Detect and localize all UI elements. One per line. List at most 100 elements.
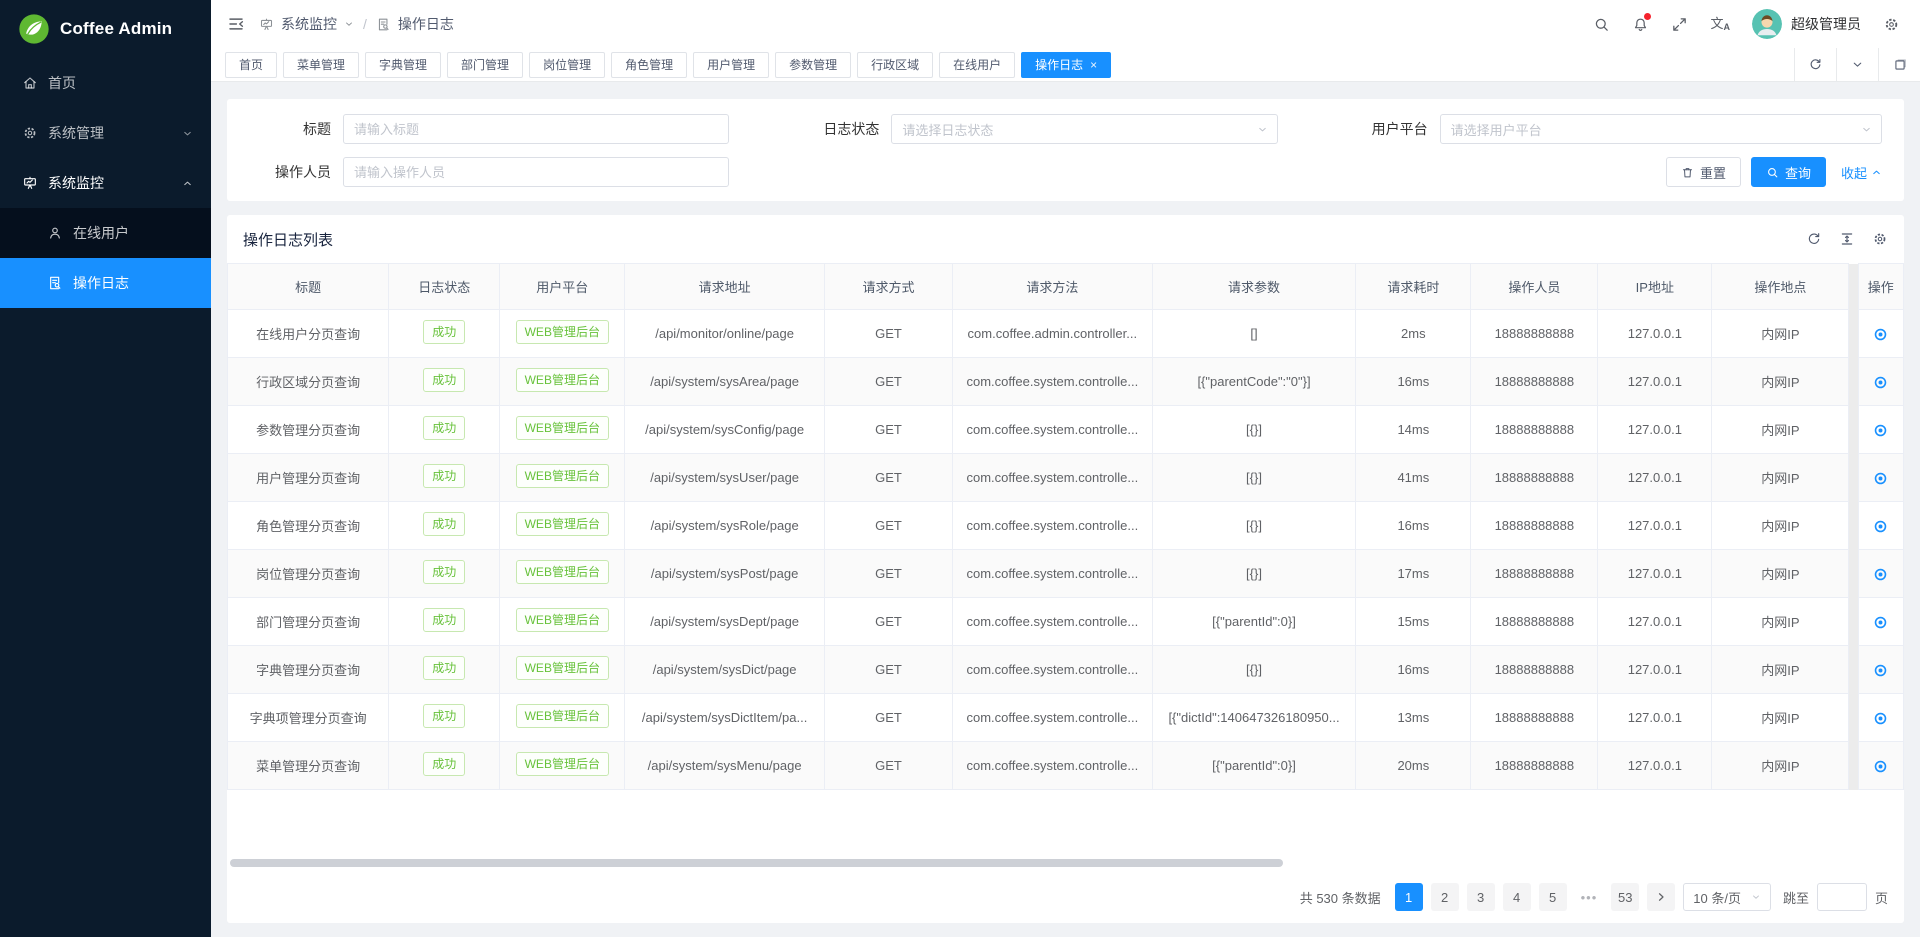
page-button-5[interactable]: 5 — [1539, 883, 1567, 911]
view-detail-eye-icon[interactable] — [1873, 471, 1888, 486]
refresh-icon[interactable] — [1806, 231, 1822, 247]
page-button-53[interactable]: 53 — [1611, 883, 1639, 911]
cell-location: 内网IP — [1712, 502, 1849, 550]
user-menu[interactable]: 超级管理员 — [1752, 9, 1861, 39]
tab-参数管理[interactable]: 参数管理 — [775, 52, 851, 78]
cell-platform: WEB管理后台 — [500, 502, 625, 550]
tab-角色管理[interactable]: 角色管理 — [611, 52, 687, 78]
cell-status: 成功 — [389, 646, 500, 694]
refresh-icon[interactable] — [1794, 48, 1836, 81]
page-button-3[interactable]: 3 — [1467, 883, 1495, 911]
cell-ip: 127.0.0.1 — [1598, 310, 1712, 358]
tab-部门管理[interactable]: 部门管理 — [447, 52, 523, 78]
table-row: 岗位管理分页查询成功WEB管理后台/api/system/sysPost/pag… — [228, 550, 1904, 598]
tab-行政区域[interactable]: 行政区域 — [857, 52, 933, 78]
platform-select[interactable]: 请选择用户平台 — [1440, 114, 1882, 144]
tab-用户管理[interactable]: 用户管理 — [693, 52, 769, 78]
jump-page-input[interactable] — [1817, 883, 1867, 911]
scrollbar-gutter — [1849, 310, 1858, 358]
app-root: Coffee Admin 首页 系统管理 系统监控 在线用户 — [0, 0, 1920, 937]
view-detail-eye-icon[interactable] — [1873, 375, 1888, 390]
language-switch-icon[interactable]: 文A — [1710, 17, 1730, 32]
tab-首页[interactable]: 首页 — [225, 52, 277, 78]
page-button-4[interactable]: 4 — [1503, 883, 1531, 911]
cell-handler: com.coffee.system.controlle... — [953, 358, 1153, 406]
cell-params: [{}] — [1152, 406, 1356, 454]
cell-handler: com.coffee.system.controlle... — [953, 454, 1153, 502]
cell-actions — [1858, 502, 1904, 550]
cell-params: [{"parentId":0}] — [1152, 742, 1356, 790]
view-detail-eye-icon[interactable] — [1873, 567, 1888, 582]
app-title: Coffee Admin — [60, 19, 172, 39]
settings-gear-icon[interactable] — [1883, 16, 1900, 33]
scrollbar-gutter — [1849, 646, 1858, 694]
page-size-select[interactable]: 10 条/页 — [1683, 883, 1771, 911]
cell-actions — [1858, 694, 1904, 742]
reset-button[interactable]: 重置 — [1666, 157, 1741, 187]
search-icon[interactable] — [1593, 16, 1610, 33]
next-page-button[interactable] — [1647, 883, 1675, 911]
tab-在线用户[interactable]: 在线用户 — [939, 52, 1015, 78]
operator-input[interactable] — [343, 157, 729, 187]
tab-字典管理[interactable]: 字典管理 — [365, 52, 441, 78]
sidebar-item-label: 在线用户 — [73, 223, 129, 243]
sidebar: Coffee Admin 首页 系统管理 系统监控 在线用户 — [0, 0, 211, 937]
filter-operator-label: 操作人员 — [243, 162, 331, 182]
cell-params: [{"parentCode":"0"}] — [1152, 358, 1356, 406]
status-select[interactable]: 请选择日志状态 — [891, 114, 1277, 144]
view-detail-eye-icon[interactable] — [1873, 711, 1888, 726]
notification-badge — [1644, 13, 1651, 20]
view-detail-eye-icon[interactable] — [1873, 519, 1888, 534]
cell-url: /api/system/sysUser/page — [625, 454, 825, 502]
table-row: 字典项管理分页查询成功WEB管理后台/api/system/sysDictIte… — [228, 694, 1904, 742]
view-detail-eye-icon[interactable] — [1873, 663, 1888, 678]
column-settings-gear-icon[interactable] — [1872, 231, 1888, 247]
log-search-icon — [376, 17, 391, 32]
view-detail-eye-icon[interactable] — [1873, 759, 1888, 774]
search-button[interactable]: 查询 — [1751, 157, 1826, 187]
title-input[interactable] — [343, 114, 729, 144]
platform-tag: WEB管理后台 — [516, 656, 609, 680]
tab-操作日志[interactable]: 操作日志× — [1021, 52, 1111, 78]
cell-ip: 127.0.0.1 — [1598, 646, 1712, 694]
cell-actions — [1858, 742, 1904, 790]
sidebar-item-home[interactable]: 首页 — [0, 58, 211, 108]
table-row: 行政区域分页查询成功WEB管理后台/api/system/sysArea/pag… — [228, 358, 1904, 406]
breadcrumb-item[interactable]: 系统监控 — [281, 14, 337, 34]
scrollbar-thumb[interactable] — [230, 859, 1283, 867]
notification-bell-icon[interactable] — [1632, 16, 1649, 33]
view-detail-eye-icon[interactable] — [1873, 615, 1888, 630]
sidebar-item-system-monitor[interactable]: 系统监控 — [0, 158, 211, 208]
cell-location: 内网IP — [1712, 694, 1849, 742]
column-header-11: 操作地点 — [1712, 264, 1849, 310]
cell-title: 部门管理分页查询 — [228, 598, 389, 646]
cell-platform: WEB管理后台 — [500, 694, 625, 742]
cell-operator: 18888888888 — [1471, 406, 1598, 454]
platform-tag: WEB管理后台 — [516, 368, 609, 392]
tab-菜单管理[interactable]: 菜单管理 — [283, 52, 359, 78]
filter-title-label: 标题 — [243, 119, 331, 139]
cell-platform: WEB管理后台 — [500, 550, 625, 598]
chevron-down-icon[interactable] — [1836, 48, 1878, 81]
collapse-filter-link[interactable]: 收起 — [1841, 163, 1882, 182]
tab-岗位管理[interactable]: 岗位管理 — [529, 52, 605, 78]
sidebar-item-operation-log[interactable]: 操作日志 — [0, 258, 211, 308]
cell-actions — [1858, 646, 1904, 694]
page-button-1[interactable]: 1 — [1395, 883, 1423, 911]
menu-fold-icon[interactable] — [227, 15, 245, 33]
view-detail-eye-icon[interactable] — [1873, 327, 1888, 342]
page-button-2[interactable]: 2 — [1431, 883, 1459, 911]
cell-title: 行政区域分页查询 — [228, 358, 389, 406]
cell-location: 内网IP — [1712, 598, 1849, 646]
sidebar-item-system-management[interactable]: 系统管理 — [0, 108, 211, 158]
horizontal-scrollbar[interactable] — [230, 859, 1901, 867]
row-height-icon[interactable] — [1839, 231, 1855, 247]
cell-method: GET — [824, 454, 952, 502]
fullscreen-icon[interactable] — [1671, 16, 1688, 33]
cell-platform: WEB管理后台 — [500, 358, 625, 406]
sidebar-item-online-users[interactable]: 在线用户 — [0, 208, 211, 258]
view-detail-eye-icon[interactable] — [1873, 423, 1888, 438]
maximize-icon[interactable] — [1878, 48, 1920, 81]
tab-close-icon[interactable]: × — [1090, 59, 1097, 71]
cell-platform: WEB管理后台 — [500, 742, 625, 790]
